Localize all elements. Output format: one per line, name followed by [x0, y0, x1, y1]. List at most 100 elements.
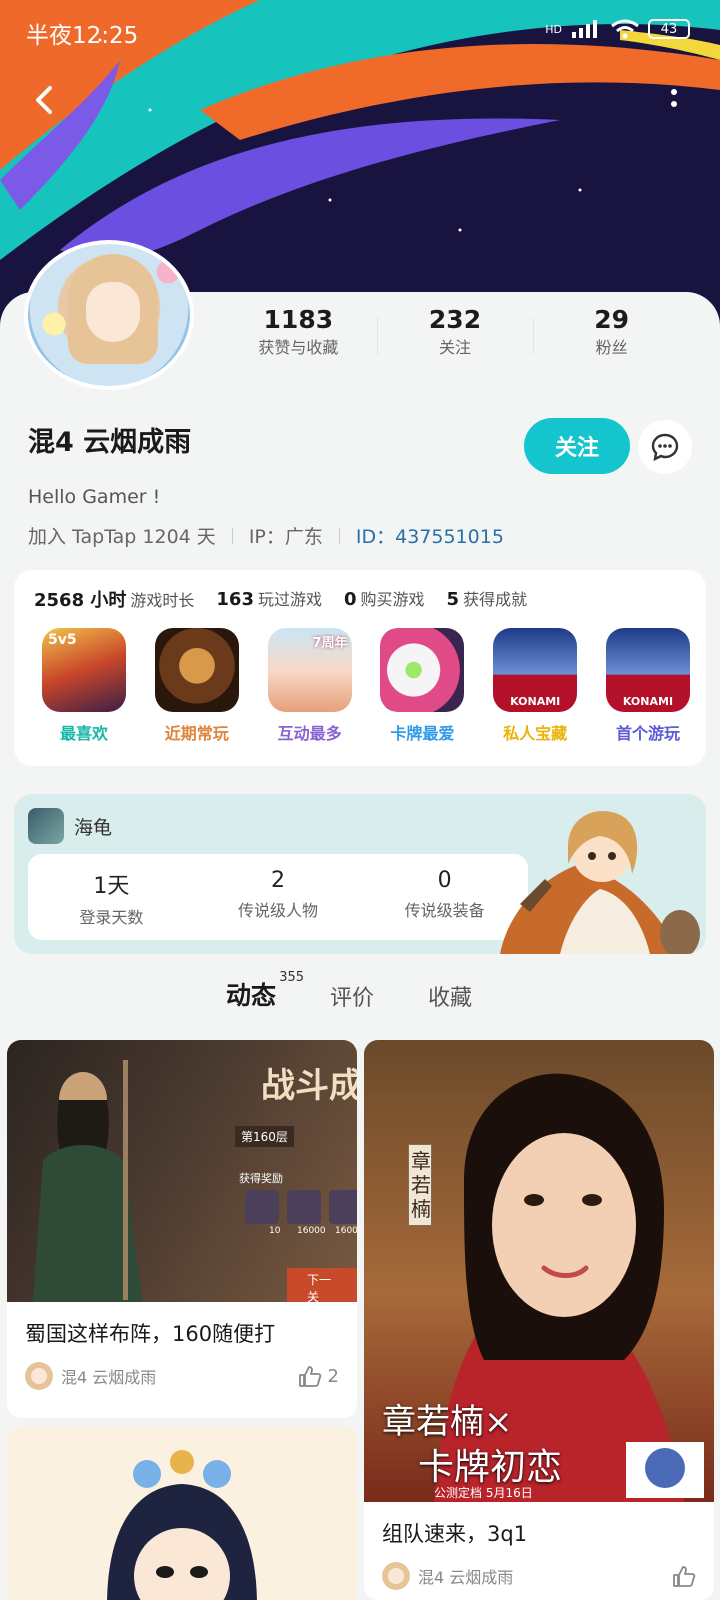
tab-favorites[interactable]: 收藏 [428, 980, 472, 1012]
stat-likes[interactable]: 1183 获赞与收藏 [220, 304, 377, 364]
status-bar: 半夜12:25 HD 43 [0, 0, 720, 64]
game-item-interactive[interactable]: 7周年 互动最多 [262, 628, 358, 744]
thumbs-up-icon [298, 1366, 321, 1387]
played-label: 玩过游戏 [257, 590, 322, 609]
divider [231, 527, 233, 544]
author-name[interactable]: 混4 云烟成雨 [61, 1364, 156, 1388]
game-item-recent[interactable]: 近期常玩 [149, 628, 245, 744]
stat-label: 关注 [439, 338, 472, 357]
hd-label: HD [545, 22, 562, 36]
game-item-treasure[interactable]: KONAMI 私人宝藏 [487, 628, 583, 744]
bought-value: 0 [343, 589, 357, 610]
game-item-card[interactable]: 卡牌最爱 [374, 628, 470, 744]
stat-followers[interactable]: 29 粉丝 [533, 304, 690, 364]
message-button[interactable] [638, 420, 692, 474]
tab-posts[interactable]: 动态 355 [226, 970, 304, 1012]
profile-stats: 1183 获赞与收藏 232 关注 29 粉丝 [220, 304, 690, 364]
hours-label: 游戏时长 [130, 591, 195, 610]
more-button[interactable] [668, 86, 680, 116]
post-title: 组队速来，3q1 [382, 1522, 528, 1546]
game-record-card[interactable]: 海龟 1天 登录天数 2 传说级人物 0 传说级装备 [14, 794, 706, 954]
record-label: 传说级人物 [238, 901, 319, 920]
game-record-name: 海龟 [74, 816, 113, 839]
reward-item [329, 1190, 357, 1224]
back-button[interactable] [24, 78, 68, 122]
game-icon: KONAMI [493, 628, 578, 712]
follow-button[interactable]: 关注 [524, 418, 630, 474]
game-item-favorite[interactable]: 5v5 最喜欢 [36, 628, 132, 744]
author-name[interactable]: 混4 云烟成雨 [418, 1564, 513, 1588]
stat-following[interactable]: 232 关注 [376, 304, 534, 364]
like-button[interactable] [672, 1565, 696, 1587]
portrait-name-vertical: 章若楠 [408, 1144, 432, 1226]
thumbs-up-icon [673, 1566, 696, 1587]
warrior-illustration [33, 1060, 143, 1302]
game-icon-label: 7周年 [312, 636, 348, 651]
bought-stat: 0 购买游戏 [344, 586, 425, 612]
game-stats: 2568 小时 游戏时长 163 玩过游戏 0 购买游戏 5 获得成就 [34, 586, 527, 612]
game-tag: 卡牌最爱 [390, 724, 455, 743]
games-card[interactable]: 2568 小时 游戏时长 163 玩过游戏 0 购买游戏 5 获得成就 5v5 最喜欢 … [14, 570, 706, 766]
tab-label: 评价 [330, 986, 375, 1011]
bought-label: 购买游戏 [360, 590, 425, 609]
tab-label: 动态 [226, 981, 277, 1010]
post-image: 章若楠 章若楠× 卡牌初恋 公测定档 5月16日 [364, 1040, 714, 1502]
game-tag: 私人宝藏 [503, 724, 568, 743]
divider [338, 527, 340, 544]
tab-reviews[interactable]: 评价 [330, 980, 374, 1012]
bio-text: Hello Gamer ! [28, 486, 161, 508]
game-item-first[interactable]: KONAMI 首个游玩 [600, 628, 696, 744]
chevron-left-icon [36, 86, 52, 114]
status-time: 半夜12:25 [26, 23, 139, 49]
feed-post[interactable] [7, 1426, 357, 1600]
post-image [7, 1426, 357, 1600]
reward-item [287, 1190, 321, 1224]
username: 混4 云烟成雨 [28, 427, 192, 458]
game-tag: 互动最多 [277, 724, 342, 743]
hours-value: 2568 小时 [34, 590, 127, 611]
post-image: 战斗成 第160层 获得奖励 10 16000 1600 下一关 [7, 1040, 357, 1302]
played-value: 163 [216, 589, 254, 610]
chat-icon [651, 433, 679, 462]
author-avatar[interactable] [382, 1562, 410, 1590]
game-icon [154, 628, 239, 712]
hero-illustration [500, 811, 700, 954]
feed-post[interactable]: 章若楠 章若楠× 卡牌初恋 公测定档 5月16日 组队速来，3q1 混4 云烟成… [364, 1040, 714, 1600]
like-button[interactable]: 2 [298, 1365, 339, 1387]
game-tag: 首个游玩 [615, 724, 680, 743]
tab-label: 收藏 [428, 986, 473, 1011]
game-icon: 5v5 [42, 628, 126, 712]
avatar[interactable] [24, 240, 194, 390]
wifi-icon [611, 19, 639, 39]
promo-line-2: 卡牌初恋 [418, 1447, 563, 1488]
game-icon: 7周年 [267, 628, 352, 712]
battery-icon: 43 [648, 19, 690, 39]
game-tag: 近期常玩 [164, 724, 229, 743]
reward-count: 1600 [335, 1226, 357, 1236]
game-app-icon [28, 808, 64, 844]
profile-meta: 加入 TapTap 1204 天 IP：广东 ID：437551015 [28, 522, 504, 549]
feed-post[interactable]: 战斗成 第160层 获得奖励 10 16000 1600 下一关 蜀国这样布阵，… [7, 1040, 357, 1418]
reward-item [245, 1190, 279, 1224]
game-record-stats: 1天 登录天数 2 传说级人物 0 传说级装备 [28, 854, 528, 940]
more-vertical-icon [671, 89, 677, 107]
hours-stat: 2568 小时 游戏时长 [34, 586, 194, 612]
record-label: 登录天数 [79, 908, 144, 927]
promo-date: 公测定档 5月16日 [434, 1486, 533, 1500]
like-count: 2 [327, 1365, 339, 1387]
post-title: 蜀国这样布阵，160随便打 [25, 1322, 276, 1346]
played-stat: 163 玩过游戏 [216, 586, 322, 612]
game-screen-level: 第160层 [235, 1126, 294, 1147]
stat-label: 获赞与收藏 [258, 338, 339, 357]
achievements-stat: 5 获得成就 [447, 586, 528, 612]
record-value: 2 [271, 868, 285, 893]
tab-count: 355 [279, 970, 305, 985]
post-footer: 混4 云烟成雨 [364, 1548, 714, 1590]
reward-count: 16000 [297, 1226, 326, 1236]
avatar-flower [148, 252, 188, 292]
game-screen-next: 下一关 [287, 1268, 357, 1302]
user-id[interactable]: ID：437551015 [356, 522, 504, 549]
signal-icon [572, 20, 597, 38]
author-avatar[interactable] [25, 1362, 53, 1390]
post-footer: 混4 云烟成雨 2 [7, 1348, 357, 1390]
